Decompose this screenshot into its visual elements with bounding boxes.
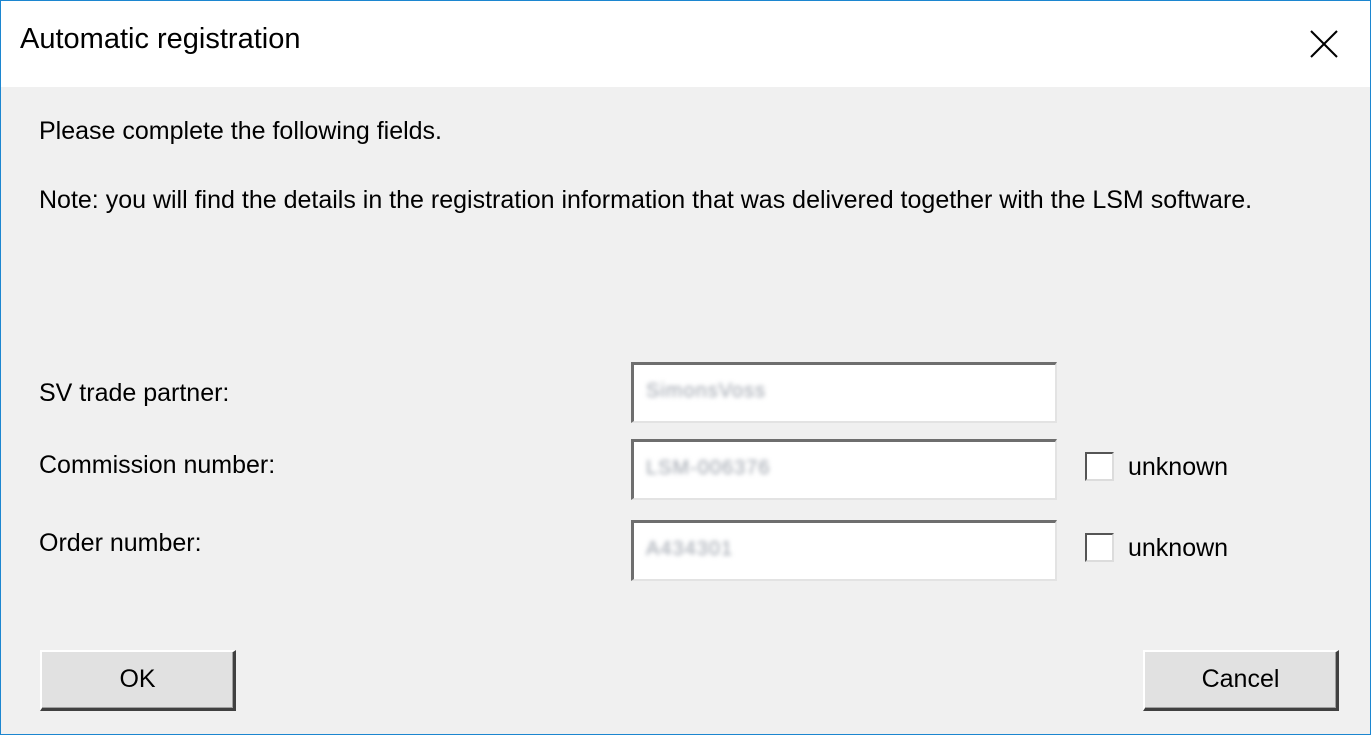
order-unknown-label[interactable]: unknown <box>1128 534 1228 563</box>
cancel-button[interactable]: Cancel <box>1143 650 1339 711</box>
commission-number-label: Commission number: <box>39 451 276 479</box>
note-text: Note: you will find the details in the r… <box>39 186 1253 214</box>
commission-unknown-label[interactable]: unknown <box>1128 453 1228 482</box>
close-icon <box>1310 30 1338 58</box>
order-number-value: A434301 <box>646 538 734 560</box>
commission-number-value: LSM-006376 <box>646 457 771 479</box>
order-number-label: Order number: <box>39 529 202 557</box>
commission-number-input[interactable]: LSM-006376 <box>631 439 1057 500</box>
order-unknown-checkbox[interactable] <box>1085 533 1114 562</box>
trade-partner-input[interactable]: SimonsVoss <box>631 362 1057 423</box>
dialog-title: Automatic registration <box>20 23 301 55</box>
close-button[interactable] <box>1278 1 1370 87</box>
dialog-body: Please complete the following fields. No… <box>1 87 1370 734</box>
order-number-input[interactable]: A434301 <box>631 520 1057 581</box>
title-bar: Automatic registration <box>1 1 1370 87</box>
registration-dialog: Automatic registration Please complete t… <box>0 0 1371 735</box>
intro-text: Please complete the following fields. <box>39 117 443 145</box>
trade-partner-value: SimonsVoss <box>646 380 767 402</box>
commission-unknown-checkbox[interactable] <box>1085 452 1114 481</box>
ok-button[interactable]: OK <box>40 650 236 711</box>
trade-partner-label: SV trade partner: <box>39 379 230 407</box>
